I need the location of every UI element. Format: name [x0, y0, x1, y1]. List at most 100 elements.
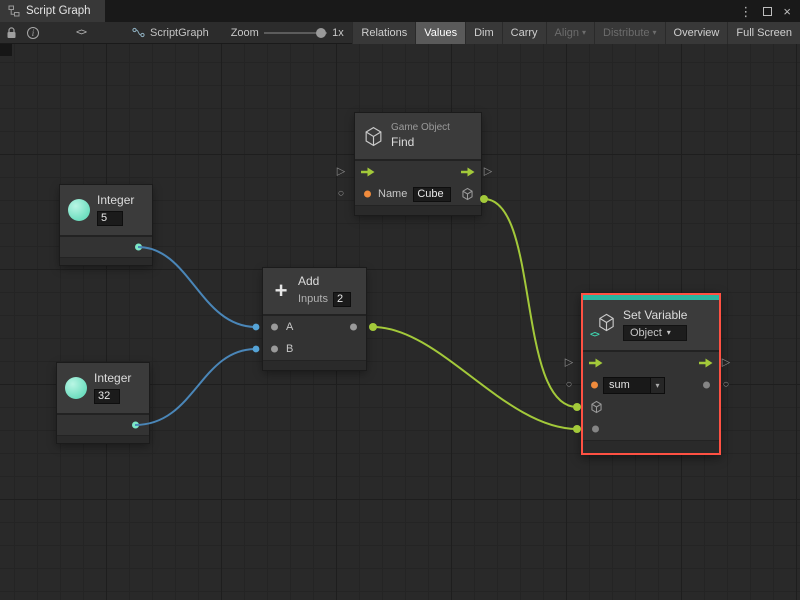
add-input-b-port[interactable] [271, 345, 278, 353]
integer2-value-input[interactable] [94, 388, 120, 404]
set-variable-icon: <> [590, 313, 616, 340]
wire-endpoint-dot [480, 195, 488, 203]
variable-kind-dropdown[interactable]: Object ▾ [623, 325, 688, 342]
node-title: Add [298, 274, 320, 289]
wire-add-to-setvariable-value[interactable] [372, 326, 578, 430]
chevron-down-icon: ▾ [582, 27, 587, 37]
variable-output-port[interactable] [703, 381, 710, 389]
tab-script-graph[interactable]: Script Graph [0, 0, 105, 22]
variable-name-port[interactable] [591, 381, 598, 389]
value-port-marker[interactable]: ○ [566, 379, 573, 391]
wire-integer5-to-add-a[interactable] [137, 246, 257, 328]
add-row-b: B [263, 338, 366, 360]
window-controls: ⋮ × [739, 0, 800, 22]
node-set-variable[interactable]: <> Set Variable Object ▾ sum ▾ [581, 293, 721, 455]
find-name-input[interactable] [413, 186, 452, 202]
integer1-value-input[interactable] [97, 210, 123, 226]
distribute-dropdown[interactable]: Distribute ▾ [594, 21, 665, 44]
exec-in-port[interactable] [588, 358, 604, 369]
chevron-down-icon: ▾ [666, 328, 671, 338]
inputs-label: Inputs [298, 293, 328, 306]
pane-menu-icon[interactable]: ⋮ [739, 5, 752, 18]
target-object-port[interactable] [590, 400, 603, 414]
variable-kind-value: Object [630, 327, 662, 340]
add-result-port[interactable] [350, 323, 357, 331]
values-toggle[interactable]: Values [415, 21, 466, 44]
add-row-a: A [263, 316, 366, 338]
overview-button[interactable]: Overview [664, 21, 728, 44]
integer2-output-row [57, 415, 149, 435]
find-header: Game Object Find [355, 113, 481, 159]
node-footer [355, 205, 481, 215]
integer-icon [65, 377, 87, 399]
wire-endpoint-dot [252, 345, 260, 353]
port-b-label: B [286, 343, 294, 355]
zoom-slider[interactable] [263, 23, 328, 43]
edit-source-button[interactable]: <> [70, 22, 92, 44]
set-variable-value-row [583, 418, 719, 440]
graph-icon [8, 5, 20, 17]
node-add[interactable]: + Add Inputs A B [263, 268, 366, 370]
tab-bar: Script Graph ⋮ × [0, 0, 800, 22]
node-integer-2[interactable]: Integer [57, 363, 149, 443]
distribute-label: Distribute [603, 26, 650, 39]
integer-icon [68, 199, 90, 221]
port-a-label: A [286, 321, 294, 333]
integer2-output-port[interactable] [132, 421, 139, 429]
graph-breadcrumb[interactable]: ScriptGraph [132, 27, 209, 39]
value-input-port[interactable] [592, 425, 599, 433]
node-footer [57, 435, 149, 443]
exec-out-port[interactable] [460, 167, 476, 178]
cube-icon [365, 126, 382, 146]
canvas-corner [0, 44, 12, 56]
chevron-down-icon: ▾ [652, 27, 657, 37]
integer1-output-port[interactable] [135, 243, 142, 251]
find-name-row: Name [355, 183, 481, 205]
close-icon[interactable]: × [783, 5, 791, 18]
node-title: Set Variable [623, 307, 688, 322]
node-find[interactable]: Game Object Find Name [355, 113, 481, 215]
find-name-port[interactable] [364, 190, 371, 198]
gameobject-output-port[interactable] [461, 187, 474, 201]
wire-integer32-to-add-b[interactable] [134, 348, 257, 426]
wire-endpoint-dot [573, 425, 581, 433]
graph-toolbar: i <> ScriptGraph Zoom 1x Relations Value… [0, 21, 800, 44]
set-variable-name-row: sum ▾ [583, 374, 719, 396]
variable-name-dropdown[interactable]: sum ▾ [603, 376, 665, 394]
fullscreen-button[interactable]: Full Screen [727, 21, 800, 44]
value-port-marker[interactable]: ○ [338, 188, 345, 200]
node-footer [263, 360, 366, 370]
maximize-icon[interactable] [763, 6, 773, 16]
add-inputs-count-input[interactable] [332, 291, 351, 307]
exec-out-port[interactable] [698, 358, 714, 369]
relations-toggle[interactable]: Relations [352, 21, 416, 44]
node-footer [60, 257, 152, 265]
carry-toggle[interactable]: Carry [501, 21, 546, 44]
script-graph-icon [132, 27, 145, 38]
add-input-a-port[interactable] [271, 323, 278, 331]
set-variable-exec-row [583, 352, 719, 374]
info-button[interactable]: i [22, 22, 44, 44]
zoom-label: Zoom [230, 26, 259, 39]
exec-in-port[interactable] [360, 167, 376, 178]
wire-find-to-setvariable-target[interactable] [483, 198, 578, 408]
exec-port-marker[interactable]: ▷ [484, 166, 492, 178]
align-dropdown[interactable]: Align ▾ [545, 21, 595, 44]
lock-button[interactable] [0, 22, 22, 44]
toolbar-toggle-group: Relations Values Dim Carry Align ▾ Distr… [352, 21, 800, 44]
zoom-slider-knob[interactable] [316, 27, 327, 38]
exec-port-marker[interactable]: ▷ [722, 357, 730, 369]
node-integer-1[interactable]: Integer [60, 185, 152, 265]
graph-canvas[interactable]: Integer Integer + Add [0, 44, 800, 600]
node-title: Integer [94, 371, 132, 386]
exec-port-marker[interactable]: ▷ [565, 357, 573, 369]
align-label: Align [554, 26, 580, 39]
node-title: Find [391, 135, 415, 150]
dim-toggle[interactable]: Dim [465, 21, 502, 44]
chevron-down-icon: ▾ [650, 377, 664, 393]
integer2-header: Integer [57, 363, 149, 413]
integer1-header: Integer [60, 185, 152, 235]
code-icon: <> [75, 27, 87, 38]
value-port-marker[interactable]: ○ [723, 379, 730, 391]
exec-port-marker[interactable]: ▷ [337, 166, 345, 178]
